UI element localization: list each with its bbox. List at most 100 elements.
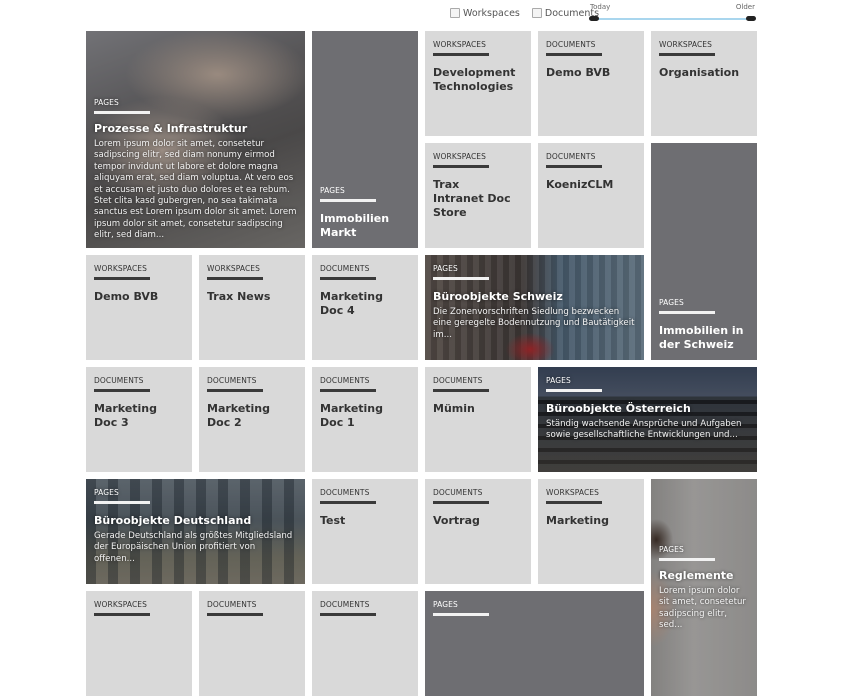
tile-category: DOCUMENTS	[320, 376, 370, 385]
tile-title: Reglemente	[659, 569, 734, 582]
tile-title: Marketing Doc 2	[207, 402, 271, 429]
tile-title: Büroobjekte Deutschland	[94, 514, 252, 527]
tile-title: Demo BVB	[546, 66, 611, 79]
category-underline	[320, 501, 376, 504]
tile-category: DOCUMENTS	[320, 488, 370, 497]
tile-document-marketing-doc-4[interactable]: DOCUMENTS Marketing Doc 4	[312, 255, 418, 360]
category-underline	[433, 165, 489, 168]
tile-document-demo-bvb[interactable]: DOCUMENTS Demo BVB	[538, 31, 644, 136]
tile-title: Trax News	[207, 290, 271, 303]
tile-category: WORKSPACES	[659, 40, 712, 49]
tile-category: PAGES	[546, 376, 571, 385]
tile-document-marketing-doc-1[interactable]: DOCUMENTS Marketing Doc 1	[312, 367, 418, 472]
filter-workspaces-label: Workspaces	[463, 7, 520, 19]
slider-label-older: Older	[735, 3, 755, 11]
tile-category: PAGES	[94, 98, 119, 107]
category-underline	[320, 389, 376, 392]
category-underline	[546, 165, 602, 168]
category-underline	[94, 111, 150, 114]
tile-page[interactable]: PAGES	[425, 591, 644, 696]
tile-content: PAGES Büroobjekte Österreich Ständig wac…	[546, 376, 749, 442]
category-underline	[207, 389, 263, 392]
tile-category: DOCUMENTS	[94, 376, 144, 385]
workspaces-checkbox[interactable]	[450, 8, 460, 18]
tile-workspace-development-technologies[interactable]: WORKSPACES Development Technologies	[425, 31, 531, 136]
tile-category: PAGES	[433, 264, 458, 273]
tile-workspace-organisation[interactable]: WORKSPACES Organisation	[651, 31, 757, 136]
tile-document-test[interactable]: DOCUMENTS Test	[312, 479, 418, 584]
category-underline	[433, 53, 489, 56]
tile-category: DOCUMENTS	[207, 376, 257, 385]
tile-page-reglemente[interactable]: PAGES Reglemente Lorem ipsum dolor sit a…	[651, 479, 757, 696]
slider-label-today: Today	[590, 3, 611, 11]
tile-title: Marketing Doc 4	[320, 290, 384, 317]
slider-handle-start[interactable]	[589, 16, 599, 21]
tile-title: Vortrag	[433, 514, 480, 527]
tile-page-bueroobjekte-schweiz[interactable]: PAGES Büroobjekte Schweiz Die Zonenvorsc…	[425, 255, 644, 360]
tile-workspace[interactable]: WORKSPACES	[86, 591, 192, 696]
tile-document-muemin[interactable]: DOCUMENTS Mümin	[425, 367, 531, 472]
type-filters: Workspaces Documents	[450, 6, 611, 20]
tile-page-immobilien-markt[interactable]: PAGES Immobilien Markt	[312, 31, 418, 248]
tile-document[interactable]: DOCUMENTS	[199, 591, 305, 696]
filter-workspaces[interactable]: Workspaces	[450, 8, 520, 19]
category-underline	[207, 277, 263, 280]
category-underline	[433, 389, 489, 392]
tile-description: Lorem ipsum dolor sit amet, consetetur s…	[94, 139, 297, 241]
slider-track[interactable]	[593, 18, 752, 20]
tile-page-immobilien-schweiz[interactable]: PAGES Immobilien in der Schweiz	[651, 143, 757, 360]
tile-category: DOCUMENTS	[546, 152, 596, 161]
tile-title: Marketing	[546, 514, 610, 527]
tile-category: PAGES	[659, 298, 684, 307]
tile-category: DOCUMENTS	[320, 600, 370, 609]
tile-workspace-trax-intranet[interactable]: WORKSPACES Trax Intranet Doc Store	[425, 143, 531, 248]
tile-category: WORKSPACES	[433, 40, 486, 49]
tile-content: PAGES Immobilien in der Schweiz	[659, 298, 751, 352]
tile-document-marketing-doc-2[interactable]: DOCUMENTS Marketing Doc 2	[199, 367, 305, 472]
tile-workspace-demo-bvb[interactable]: WORKSPACES Demo BVB	[86, 255, 192, 360]
category-underline	[94, 277, 150, 280]
category-underline	[94, 501, 150, 504]
tile-page-bueroobjekte-deutschland[interactable]: PAGES Büroobjekte Deutschland Gerade Deu…	[86, 479, 305, 584]
tile-category: WORKSPACES	[546, 488, 599, 497]
tile-content: PAGES Prozesse & Infrastruktur Lorem ips…	[94, 98, 297, 242]
category-underline	[659, 53, 715, 56]
tile-title: Marketing Doc 1	[320, 402, 384, 429]
tile-title: Prozesse & Infrastruktur	[94, 122, 248, 135]
tile-title: Development Technologies	[433, 66, 516, 93]
category-underline	[546, 501, 602, 504]
tile-title: Büroobjekte Österreich	[546, 402, 691, 415]
tile-category: PAGES	[94, 488, 119, 497]
tile-page-bueroobjekte-oesterreich[interactable]: PAGES Büroobjekte Österreich Ständig wac…	[538, 367, 757, 472]
slider-handle-end[interactable]	[746, 16, 756, 21]
tile-content: PAGES Reglemente Lorem ipsum dolor sit a…	[659, 545, 749, 632]
tile-document-vortrag[interactable]: DOCUMENTS Vortrag	[425, 479, 531, 584]
tile-category: PAGES	[320, 186, 345, 195]
tile-document-koenizclm[interactable]: DOCUMENTS KoenizCLM	[538, 143, 644, 248]
documents-checkbox[interactable]	[531, 8, 542, 18]
tile-title: Immobilien Markt	[320, 212, 390, 239]
tile-title: Büroobjekte Schweiz	[433, 290, 563, 303]
tile-description: Ständig wachsende Ansprüche und Aufgaben…	[546, 419, 742, 441]
tile-document[interactable]: DOCUMENTS	[312, 591, 418, 696]
tile-category: PAGES	[433, 600, 458, 609]
tile-category: WORKSPACES	[94, 600, 147, 609]
tile-category: DOCUMENTS	[320, 264, 370, 273]
tile-category: WORKSPACES	[433, 152, 486, 161]
tile-category: DOCUMENTS	[207, 600, 257, 609]
tile-workspace-trax-news[interactable]: WORKSPACES Trax News	[199, 255, 305, 360]
tile-content: PAGES Immobilien Markt	[320, 186, 412, 240]
tile-category: DOCUMENTS	[546, 40, 596, 49]
tile-description: Gerade Deutschland als größtes Mitglieds…	[94, 531, 293, 564]
tile-description: Die Zonenvorschriften Siedlung bezwecken…	[433, 307, 635, 340]
tile-page-prozesse[interactable]: PAGES Prozesse & Infrastruktur Lorem ips…	[86, 31, 305, 248]
time-range-slider[interactable]: Today Older	[589, 3, 756, 23]
tile-workspace-marketing[interactable]: WORKSPACES Marketing	[538, 479, 644, 584]
tile-title: Mümin	[433, 402, 475, 415]
tile-title: KoenizCLM	[546, 178, 614, 191]
tile-title: Immobilien in der Schweiz	[659, 324, 744, 351]
category-underline	[546, 389, 602, 392]
tile-document-marketing-doc-3[interactable]: DOCUMENTS Marketing Doc 3	[86, 367, 192, 472]
category-underline	[659, 558, 715, 561]
tile-title: Marketing Doc 3	[94, 402, 158, 429]
